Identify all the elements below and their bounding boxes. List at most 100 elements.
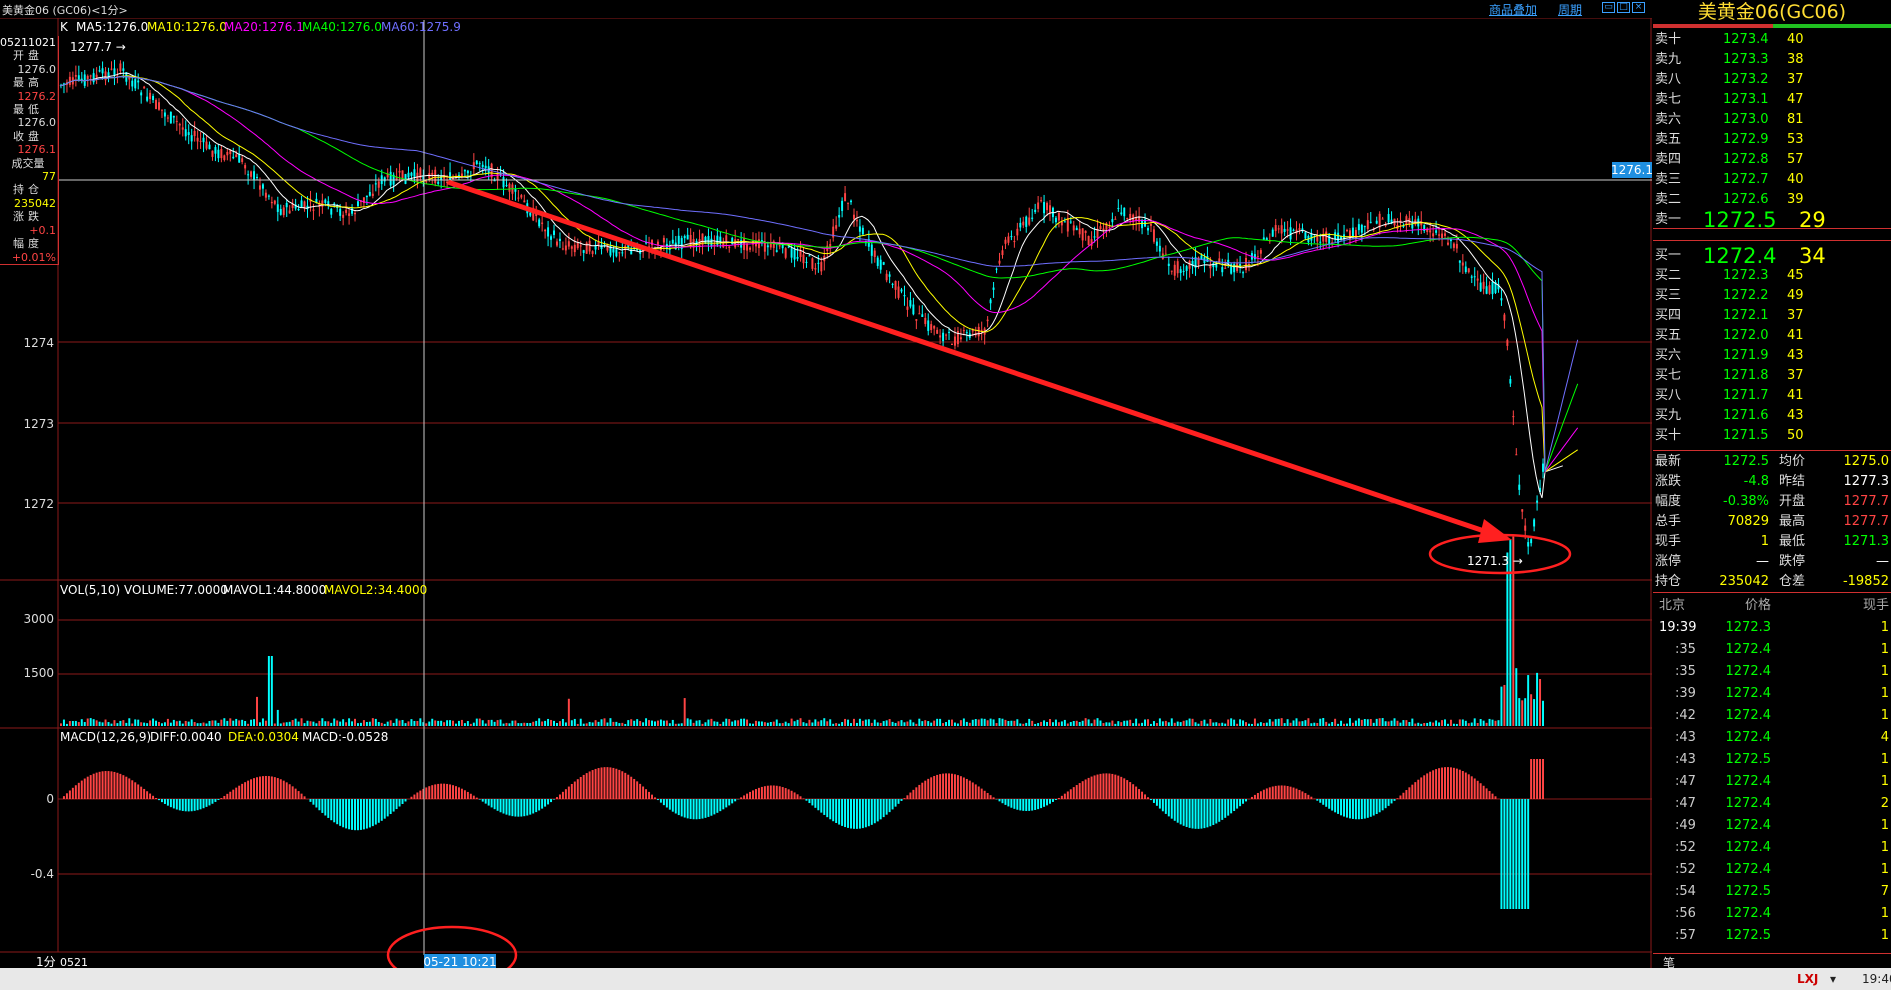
volume-bar [1289, 722, 1292, 726]
volume-bar [1298, 721, 1301, 726]
buy-strength-bar [1773, 24, 1891, 28]
tick-row-cell: 1272.4 [1725, 686, 1772, 701]
volume-bar [582, 723, 585, 726]
ask-row-cell: 40 [1787, 32, 1804, 47]
volume-bar [193, 722, 196, 726]
macd-bar [258, 776, 261, 799]
volume-bar [279, 723, 282, 726]
macd-bar [487, 799, 490, 806]
macd-bar [778, 786, 781, 799]
macd-bar [942, 773, 945, 799]
bid-row-cell: 1271.6 [1723, 408, 1769, 423]
candle-body [570, 246, 573, 249]
macd-bar [1031, 799, 1034, 811]
volume-bar [1126, 720, 1129, 726]
macd-bar [1393, 799, 1396, 801]
macd-bar [1087, 777, 1090, 799]
macd-bar [627, 774, 630, 799]
macd-bar [526, 799, 529, 816]
period-button[interactable]: 周期 [1558, 1, 1582, 18]
macd-bar [977, 786, 980, 799]
volume-bar [989, 718, 992, 726]
macd-bar [457, 787, 460, 799]
volume-bar [799, 718, 802, 726]
macd-bar [267, 776, 270, 799]
volume-bar [1060, 721, 1063, 726]
volume-bar [1188, 718, 1191, 726]
macd-bar [870, 799, 873, 825]
change-label: 涨跌 [13, 210, 43, 224]
candle-body [1022, 221, 1025, 226]
macd-bar [1253, 794, 1256, 799]
volume-bar [956, 723, 959, 726]
bid-row: 买一 1272.4 34 [1653, 246, 1891, 267]
volume-bar [769, 721, 772, 726]
macd-bar [603, 767, 606, 799]
candle-body [1509, 379, 1512, 384]
macd-bar [404, 799, 407, 802]
macd-bar [948, 773, 950, 799]
candle-body [1378, 213, 1381, 228]
volume-bar [324, 721, 327, 726]
ma60-line [59, 76, 1579, 472]
macd-bar [80, 780, 83, 799]
candle-body [247, 174, 250, 176]
candle-body [300, 200, 303, 208]
volume-bar [1452, 723, 1455, 726]
macd-bar [1090, 776, 1093, 799]
volume-bar [131, 723, 134, 726]
candle-body [137, 80, 140, 83]
macd-bar [1307, 794, 1310, 799]
candle-body [1432, 233, 1435, 237]
overlay-button[interactable]: 商品叠加 [1489, 1, 1537, 18]
maximize-icon[interactable]: □ [1617, 2, 1630, 13]
volume-bar [383, 723, 386, 726]
volume-bar [1019, 723, 1022, 726]
volume-bar [351, 721, 354, 726]
candle-body [89, 75, 92, 77]
candle-body [541, 222, 544, 224]
volume-bar [746, 719, 749, 726]
candle-body [1028, 217, 1031, 225]
volume-bar [466, 721, 469, 726]
sell-strength-bar [1653, 24, 1773, 28]
volume-bar [113, 720, 116, 726]
volume-bar [1090, 723, 1093, 726]
candle-body [1256, 256, 1259, 258]
tick-row-cell: :35 [1675, 642, 1696, 657]
macd-bar [1337, 799, 1340, 814]
volume-label: 成交量 [11, 156, 45, 170]
volume-bar [1010, 720, 1013, 726]
volume-bar [885, 720, 888, 726]
candle-body [131, 80, 134, 87]
macd-bar [1203, 799, 1206, 829]
macd-bar [1034, 799, 1037, 810]
macd-bar [918, 784, 921, 799]
macd-bar [532, 799, 535, 814]
candle-body [193, 130, 196, 137]
candle-body [1242, 272, 1245, 274]
macd-bar [1242, 799, 1245, 804]
volume-bar [1176, 721, 1179, 726]
macd-bar [1200, 799, 1203, 829]
volume-bar [83, 722, 86, 726]
macd-bar [1046, 799, 1049, 806]
volume-bar [855, 722, 858, 726]
candle-body [178, 123, 181, 126]
restore-icon[interactable]: ▭ [1602, 2, 1615, 13]
volume-bar [446, 720, 449, 726]
period-label[interactable]: 1分 [36, 955, 56, 968]
volume-bar [790, 718, 793, 726]
macd-bar [823, 799, 826, 815]
volume-bar [1123, 720, 1126, 726]
close-icon[interactable]: × [1632, 2, 1645, 13]
candle-body [1158, 245, 1161, 252]
macd-bar [357, 799, 359, 831]
volume-bar [1179, 722, 1182, 726]
volume-bar [1438, 722, 1441, 726]
macd-bar [1283, 785, 1286, 799]
kline-chart-area[interactable]: 1277.7 → 1271.3 → 1276.1 05-21 10:21 K M… [0, 0, 1652, 968]
ma10-line [59, 75, 1578, 473]
macd-bar [594, 768, 597, 799]
volume-bar [264, 720, 267, 726]
